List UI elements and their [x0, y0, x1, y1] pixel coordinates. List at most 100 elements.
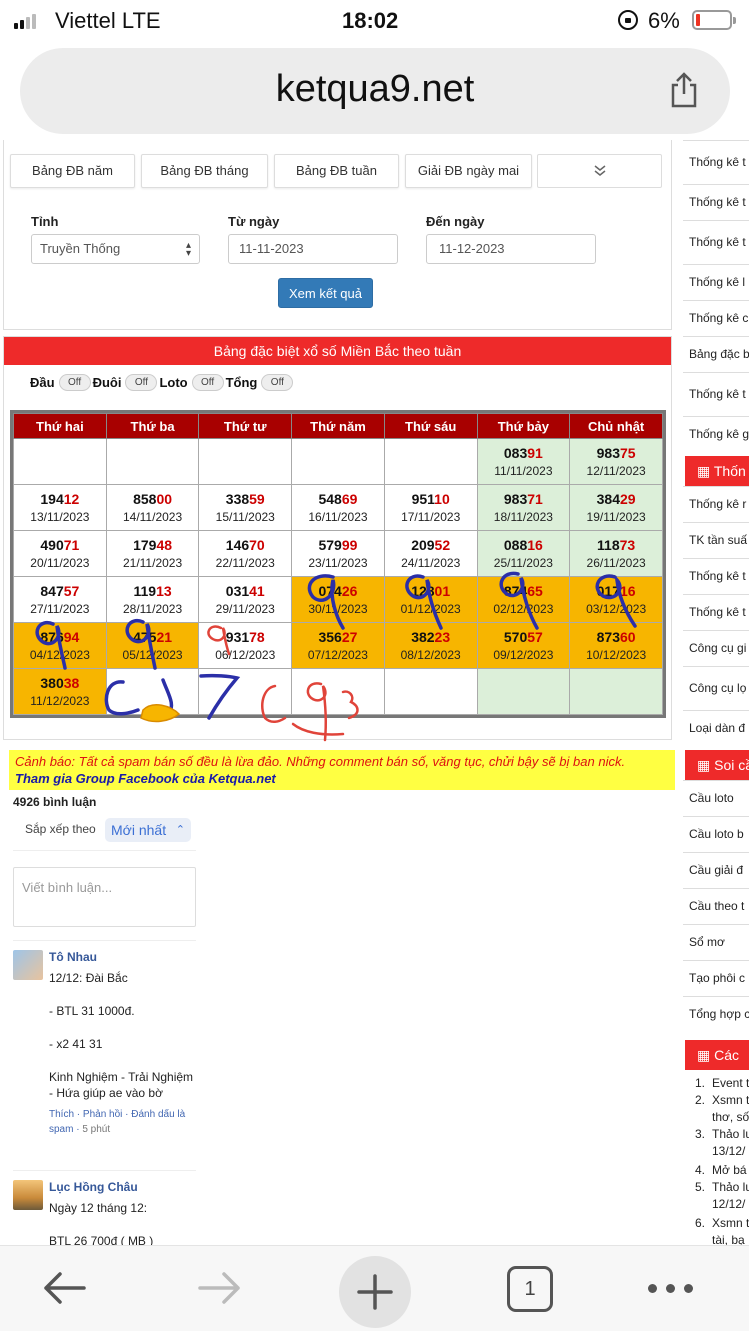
draw-date: 07/12/2023	[307, 647, 368, 662]
topic-number: 4.	[695, 1163, 706, 1177]
result-cell	[198, 438, 293, 485]
back-arrow-icon[interactable]	[40, 1270, 88, 1306]
number-head: 128	[411, 582, 435, 599]
tab-bang-db-nam[interactable]: Bảng ĐB năm	[10, 154, 135, 188]
sidebar-topic-item[interactable]: 13/12/	[683, 1143, 749, 1160]
toggle-dau[interactable]: Off	[58, 373, 91, 391]
number-tail: 12	[63, 490, 80, 507]
tab-bang-db-tuan[interactable]: Bảng ĐB tuần	[274, 154, 399, 188]
sidebar-link[interactable]: Thống kê l	[683, 264, 749, 300]
sidebar-topic-item[interactable]: 5. Thảo lu	[683, 1179, 749, 1196]
sidebar-topic-item[interactable]: 1. Event t	[683, 1075, 749, 1092]
sidebar-topic-item[interactable]: 2. Xsmn t	[683, 1092, 749, 1109]
sidebar-link[interactable]: Bảng đặc b	[683, 336, 749, 372]
result-cell: 12801 01/12/2023	[383, 576, 478, 623]
avatar[interactable]	[13, 1180, 43, 1210]
draw-date: 27/11/2023	[30, 601, 90, 616]
special-prize-number: 35627	[292, 628, 384, 647]
warning-text: Cảnh báo: Tất cả spam bán số đều là lừa …	[15, 754, 626, 769]
toggle-label-duoi: Đuôi	[92, 374, 122, 390]
sidebar-link[interactable]: Thống kê t loto	[683, 220, 749, 264]
sidebar-topic-item[interactable]: tài, bạ	[683, 1232, 749, 1245]
tabs-button[interactable]: 1	[507, 1266, 553, 1312]
sidebar-topic-item[interactable]: 3. Thảo lu	[683, 1126, 749, 1143]
special-prize-number: 11873	[570, 536, 662, 555]
sidebar-link[interactable]: Thống kê t loto	[683, 140, 749, 184]
sidebar-link[interactable]: Thống kê r	[683, 486, 749, 522]
toggle-tong[interactable]: Off	[261, 373, 294, 391]
sidebar-topic-item[interactable]: thơ, số	[683, 1109, 749, 1126]
to-date-field[interactable]: 11-12-2023	[426, 234, 596, 264]
sidebar-link[interactable]: Cầu giải đ	[683, 852, 749, 888]
number-head: 983	[503, 490, 528, 507]
sidebar-link[interactable]: Thống kê t	[683, 184, 749, 220]
more-tabs-button[interactable]	[537, 154, 662, 188]
sort-select[interactable]: Mới nhất ⌃	[105, 818, 191, 842]
number-tail: 71	[527, 490, 543, 507]
share-icon[interactable]	[668, 72, 700, 108]
sidebar-topic-item[interactable]: 4. Mở bá	[683, 1162, 749, 1179]
number-head: 475	[133, 628, 157, 645]
sidebar-link[interactable]: Cầu theo t	[683, 888, 749, 924]
special-prize-number: 93178	[199, 628, 291, 647]
sidebar-link[interactable]: Thống kê t	[683, 558, 749, 594]
comment-author[interactable]: Lục Hồng Châu	[49, 1180, 138, 1194]
sidebar-link[interactable]: Tổng hợp c	[683, 996, 749, 1032]
avatar[interactable]	[13, 950, 43, 980]
sidebar-link[interactable]: Loại dàn đ	[683, 710, 749, 746]
browser-toolbar: 1	[0, 1245, 749, 1331]
comment-line: 12/12: Đài Bắc	[49, 971, 128, 985]
table-row: 87694 04/12/2023 47521 05/12/2023 93178 06/12…	[13, 622, 663, 669]
topic-title: Thảo lu	[712, 1127, 749, 1141]
number-tail: 65	[527, 582, 543, 599]
number-tail: 71	[63, 536, 80, 553]
result-cell: 38038 11/12/2023	[13, 668, 107, 715]
address-bar[interactable]: ketqua9.net	[20, 48, 730, 134]
from-date-field[interactable]: 11-11-2023	[228, 234, 398, 264]
result-cell: 95110 17/11/2023	[383, 484, 478, 531]
comment-author[interactable]: Tô Nhau	[49, 950, 97, 964]
sidebar-link[interactable]: Thống kê t theo Đặc B	[683, 372, 749, 416]
sidebar-link[interactable]: Thống kê g	[683, 416, 749, 452]
tab-giai-db-ngay-mai[interactable]: Giải ĐB ngày mai	[405, 154, 532, 188]
number-head: 017	[596, 582, 620, 599]
sidebar-link[interactable]: Công cụ gi	[683, 630, 749, 666]
province-select[interactable]: Truyền Thống ▴ ▾	[31, 234, 200, 264]
tab-bang-db-thang[interactable]: Bảng ĐB tháng	[141, 154, 268, 188]
comment-count: 4926 bình luận	[13, 795, 97, 809]
sidebar-link[interactable]: Sổ mơ	[683, 924, 749, 960]
sidebar-link[interactable]: TK tần suấ	[683, 522, 749, 558]
status-bar: Viettel LTE 18:02 6%	[0, 0, 749, 44]
result-cell: 38429 19/11/2023	[569, 484, 663, 531]
day-header: Thứ ba	[105, 413, 200, 439]
more-menu-icon[interactable]	[648, 1284, 693, 1293]
sidebar-topic-item[interactable]: 12/12/	[683, 1196, 749, 1213]
comment-actions[interactable]: Thích · Phản hồi · Đánh dấu là spam · 5 …	[49, 1107, 199, 1137]
chart-icon: ▦	[697, 463, 714, 479]
result-cell: 35627 07/12/2023	[291, 622, 385, 669]
number-head: 118	[597, 536, 620, 553]
number-head: 983	[596, 444, 620, 461]
new-tab-button[interactable]	[339, 1256, 411, 1328]
toggle-loto[interactable]: Off	[191, 373, 224, 391]
comment-input[interactable]: Viết bình luận...	[13, 867, 196, 927]
divider	[13, 850, 196, 851]
sidebar-link[interactable]: Cầu loto	[683, 780, 749, 816]
draw-date: 25/11/2023	[493, 555, 553, 570]
table-row: 08391 11/11/2023 98375 12/11/2023	[13, 438, 663, 485]
forward-arrow-icon[interactable]	[196, 1270, 244, 1306]
sidebar-link[interactable]: Tạo phôi c	[683, 960, 749, 996]
sidebar-topic-item[interactable]: 6. Xsmn t	[683, 1215, 749, 1232]
sidebar-link[interactable]: Cầu loto b	[683, 816, 749, 852]
number-tail: 16	[620, 582, 636, 599]
comment-line: Ngày 12 tháng 12:	[49, 1201, 148, 1215]
sidebar-link[interactable]: Thống kê t	[683, 594, 749, 630]
result-cell: 87694 04/12/2023	[13, 622, 107, 669]
comment-action-links[interactable]: Thích · Phản hồi · Đánh dấu là spam	[49, 1109, 185, 1135]
sidebar-link[interactable]: Công cụ lọ VIP	[683, 666, 749, 710]
sidebar-link[interactable]: Thống kê c	[683, 300, 749, 336]
url-text[interactable]: ketqua9.net	[20, 68, 730, 111]
view-results-button[interactable]: Xem kết quả	[278, 278, 373, 308]
toggle-duoi[interactable]: Off	[125, 373, 158, 391]
facebook-group-link[interactable]: Tham gia Group Facebook của Ketqua.net	[15, 770, 669, 787]
